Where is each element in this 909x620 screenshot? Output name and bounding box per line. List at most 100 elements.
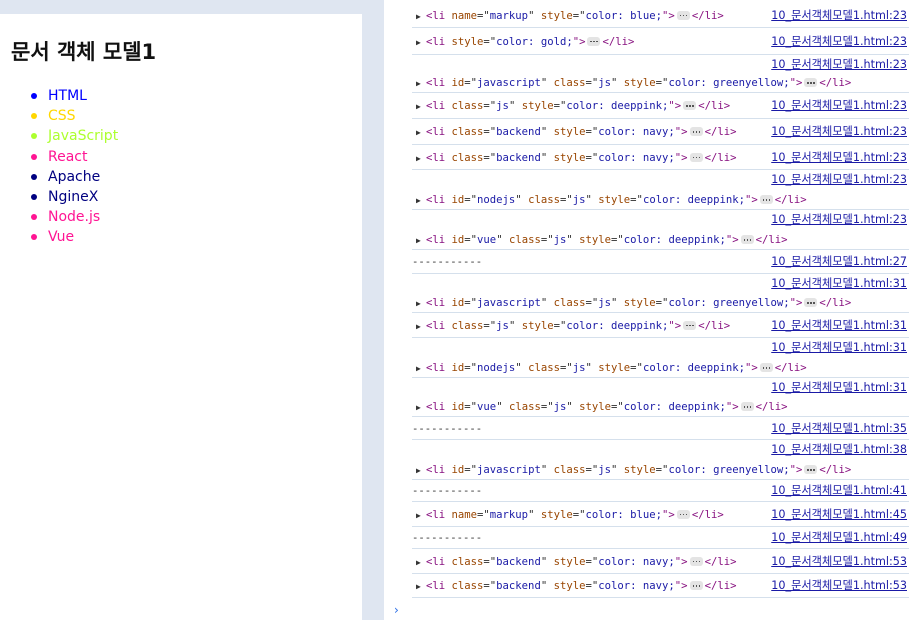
source-link[interactable]: 10_문서객체모델1.html:41	[771, 484, 907, 498]
element-node[interactable]: ▶ <li id="javascript" class="js" style="c…	[412, 296, 851, 311]
source-link[interactable]: 10_문서객체모델1.html:31	[771, 277, 907, 291]
console-log-row[interactable]: ▶ <li id="vue" class="js" style="color: d…	[412, 210, 909, 250]
html-tag: <li	[426, 580, 452, 592]
attribute-value: color: navy;	[598, 151, 675, 164]
ellipsis-icon[interactable]	[587, 36, 601, 46]
source-link[interactable]: 10_문서객체모델1.html:31	[771, 341, 907, 355]
source-link[interactable]: 10_문서객체모델1.html:53	[771, 579, 907, 593]
source-link[interactable]: 10_문서객체모델1.html:53	[771, 555, 907, 569]
ellipsis-icon[interactable]	[689, 581, 703, 590]
ellipsis-icon[interactable]	[689, 152, 703, 162]
ellipsis-icon[interactable]	[683, 320, 697, 330]
source-link[interactable]: 10_문서객체모델1.html:45	[771, 508, 907, 522]
ellipsis-icon[interactable]	[676, 509, 690, 519]
element-node[interactable]: ▶ <li class="js" style="color: deeppink;"…	[412, 99, 730, 114]
source-link[interactable]: 10_문서객체모델1.html:31	[771, 319, 907, 333]
source-link[interactable]: 10_문서객체모델1.html:23	[771, 99, 907, 113]
punctuation: ="	[540, 234, 554, 246]
expand-triangle-icon[interactable]: ▶	[416, 580, 426, 594]
console-log-row[interactable]: ▶ <li id="nodejs" class="js" style="color…	[412, 338, 909, 378]
html-tag: ">	[745, 362, 758, 374]
devtools-console[interactable]: ▶ <li name="markup" style="color: blue;">…	[384, 0, 909, 620]
source-link[interactable]: 10_문서객체모델1.html:27	[771, 255, 907, 269]
attribute-name: style	[521, 319, 554, 332]
console-log-row[interactable]: ▶ <li style="color: gold;"> </li> 10_문서객체모델…	[412, 28, 909, 55]
ellipsis-icon[interactable]	[689, 127, 703, 136]
ellipsis-icon[interactable]	[759, 195, 773, 204]
source-link[interactable]: 10_문서객체모델1.html:23	[771, 35, 907, 49]
console-log-row[interactable]: ▶ <li class="js" style="color: deeppink;"…	[412, 93, 909, 119]
punctuation: ="	[630, 194, 643, 206]
ellipsis-icon[interactable]	[740, 402, 754, 411]
element-node[interactable]: ▶ <li id="vue" class="js" style="color: d…	[412, 233, 788, 248]
punctuation: "	[566, 234, 580, 246]
element-node[interactable]: ▶ <li id="javascript" class="js" style="c…	[412, 76, 851, 91]
source-link[interactable]: 10_문서객체모델1.html:23	[771, 125, 907, 139]
element-node[interactable]: ▶ <li name="markup" style="color: blue;">…	[412, 9, 724, 24]
console-log-separator: ----------- 10_문서객체모델1.html:27	[412, 250, 909, 274]
console-log-row[interactable]: ▶ <li name="markup" style="color: blue;">…	[412, 3, 909, 28]
ellipsis-icon[interactable]	[676, 10, 690, 20]
element-node[interactable]: ▶ <li id="nodejs" class="js" style="color…	[412, 361, 807, 376]
console-log-row[interactable]: ▶ <li class="backend" style="color: navy;…	[412, 145, 909, 170]
html-tag: ">	[725, 234, 739, 246]
console-log-row[interactable]: ▶ <li id="javascript" class="js" style="c…	[412, 274, 909, 313]
element-node[interactable]: ▶ <li id="vue" class="js" style="color: d…	[412, 400, 788, 415]
console-log-row[interactable]: ▶ <li id="javascript" class="js" style="c…	[412, 55, 909, 93]
console-log-row[interactable]: ▶ <li id="vue" class="js" style="color: d…	[412, 378, 909, 417]
console-log-row[interactable]: ▶ <li class="backend" style="color: navy;…	[412, 574, 909, 598]
console-log-row[interactable]: ▶ <li class="backend" style="color: navy;…	[412, 549, 909, 574]
source-link[interactable]: 10_문서객체모델1.html:23	[771, 9, 907, 23]
ellipsis-icon[interactable]	[804, 78, 818, 87]
ellipsis-icon[interactable]	[689, 556, 703, 566]
expand-triangle-icon[interactable]: ▶	[416, 10, 426, 24]
console-log-row[interactable]: ▶ <li id="javascript" class="js" style="c…	[412, 440, 909, 480]
console-log-row[interactable]: ▶ <li name="markup" style="color: blue;">…	[412, 502, 909, 527]
source-link[interactable]: 10_문서객체모델1.html:23	[771, 213, 907, 227]
expand-triangle-icon[interactable]: ▶	[416, 362, 426, 376]
element-node[interactable]: ▶ <li id="nodejs" class="js" style="color…	[412, 193, 807, 208]
console-log-row[interactable]: ▶ <li id="nodejs" class="js" style="color…	[412, 170, 909, 210]
punctuation: ="	[585, 580, 599, 592]
element-node[interactable]: ▶ <li class="backend" style="color: navy;…	[412, 555, 736, 570]
expand-triangle-icon[interactable]: ▶	[416, 77, 426, 91]
source-link[interactable]: 10_문서객체모델1.html:23	[771, 173, 907, 187]
console-prompt[interactable]: ›	[394, 603, 399, 617]
expand-triangle-icon[interactable]: ▶	[416, 464, 426, 478]
source-link[interactable]: 10_문서객체모델1.html:49	[771, 531, 907, 545]
source-link[interactable]: 10_문서객체모델1.html:35	[771, 422, 907, 436]
expand-triangle-icon[interactable]: ▶	[416, 320, 426, 334]
list-item: NgineX	[31, 187, 118, 207]
ellipsis-icon[interactable]	[740, 235, 754, 244]
expand-triangle-icon[interactable]: ▶	[416, 194, 426, 208]
element-node[interactable]: ▶ <li class="backend" style="color: navy;…	[412, 579, 736, 594]
expand-triangle-icon[interactable]: ▶	[416, 152, 426, 166]
punctuation: ="	[464, 297, 478, 309]
console-log-row[interactable]: ▶ <li class="backend" style="color: navy;…	[412, 119, 909, 145]
source-link[interactable]: 10_문서객체모델1.html:23	[771, 58, 907, 72]
ellipsis-icon[interactable]	[804, 298, 818, 307]
expand-triangle-icon[interactable]: ▶	[416, 126, 426, 140]
expand-triangle-icon[interactable]: ▶	[416, 556, 426, 570]
expand-triangle-icon[interactable]: ▶	[416, 100, 426, 114]
console-log-row[interactable]: ▶ <li class="js" style="color: deeppink;"…	[412, 313, 909, 338]
expand-triangle-icon[interactable]: ▶	[416, 297, 426, 311]
expand-triangle-icon[interactable]: ▶	[416, 509, 426, 523]
ellipsis-icon[interactable]	[683, 101, 697, 110]
source-link[interactable]: 10_문서객체모델1.html:23	[771, 151, 907, 165]
element-node[interactable]: ▶ <li class="js" style="color: deeppink;"…	[412, 319, 730, 334]
element-node[interactable]: ▶ <li class="backend" style="color: navy;…	[412, 151, 736, 166]
html-tag: ">	[572, 35, 586, 48]
element-node[interactable]: ▶ <li style="color: gold;"> </li>	[412, 35, 634, 50]
attribute-value: vue	[477, 234, 497, 246]
element-node[interactable]: ▶ <li class="backend" style="color: navy;…	[412, 125, 736, 140]
source-link[interactable]: 10_문서객체모델1.html:31	[771, 381, 907, 395]
element-node[interactable]: ▶ <li name="markup" style="color: blue;">…	[412, 508, 724, 523]
expand-triangle-icon[interactable]: ▶	[416, 401, 426, 415]
ellipsis-icon[interactable]	[759, 363, 773, 372]
expand-triangle-icon[interactable]: ▶	[416, 36, 426, 50]
element-node[interactable]: ▶ <li id="javascript" class="js" style="c…	[412, 463, 851, 478]
source-link[interactable]: 10_문서객체모델1.html:38	[771, 443, 907, 457]
expand-triangle-icon[interactable]: ▶	[416, 234, 426, 248]
ellipsis-icon[interactable]	[804, 465, 818, 474]
